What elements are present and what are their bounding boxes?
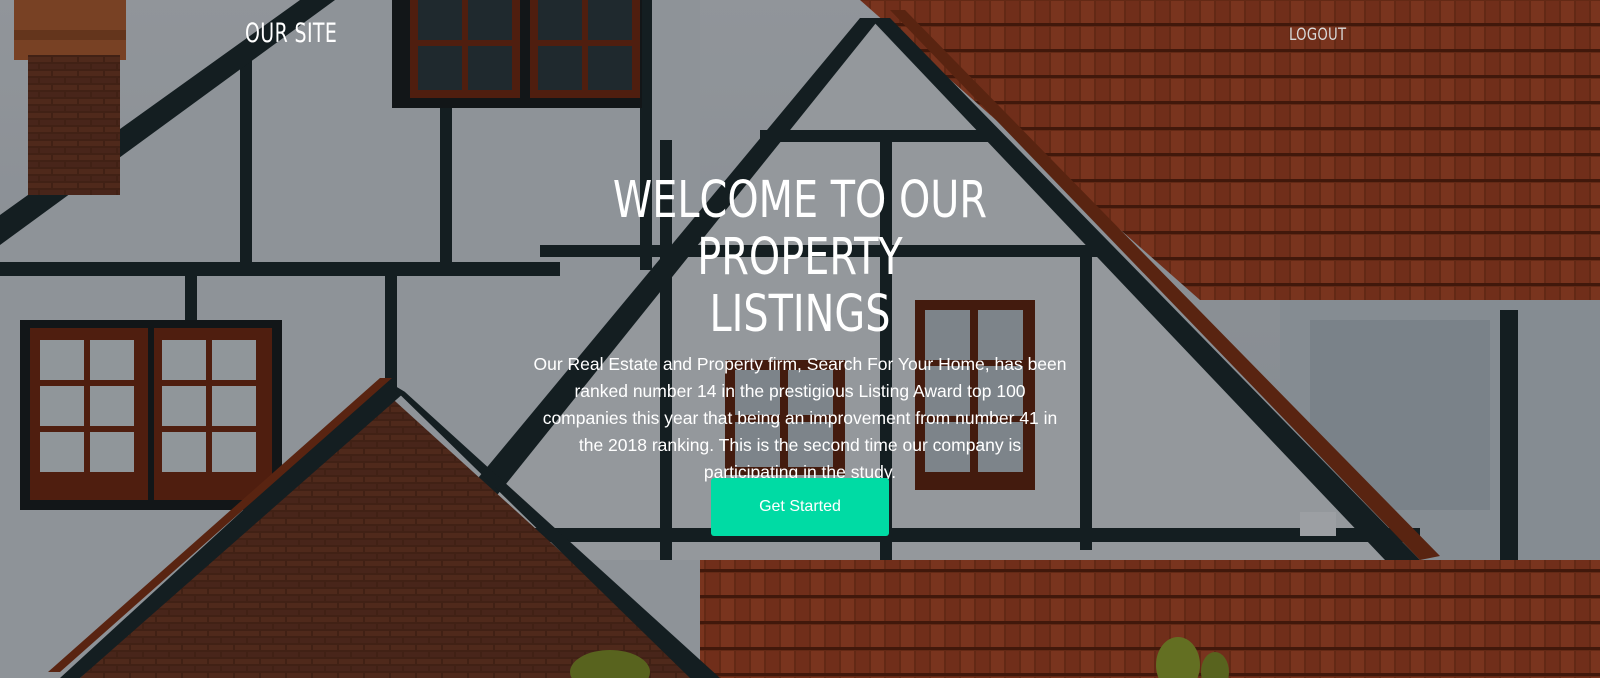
top-navbar: OUR SITE LOGOUT <box>0 0 1600 70</box>
logout-link[interactable]: LOGOUT <box>1289 25 1346 45</box>
page-title: WELCOME TO OUR PROPERTY LISTINGS <box>612 171 988 344</box>
hero-content: WELCOME TO OUR PROPERTY LISTINGS Our Rea… <box>520 172 1080 486</box>
get-started-button[interactable]: Get Started <box>711 478 889 536</box>
site-logo-link[interactable]: OUR SITE <box>245 18 337 49</box>
hero-description: Our Real Estate and Property firm, Searc… <box>533 354 1067 482</box>
